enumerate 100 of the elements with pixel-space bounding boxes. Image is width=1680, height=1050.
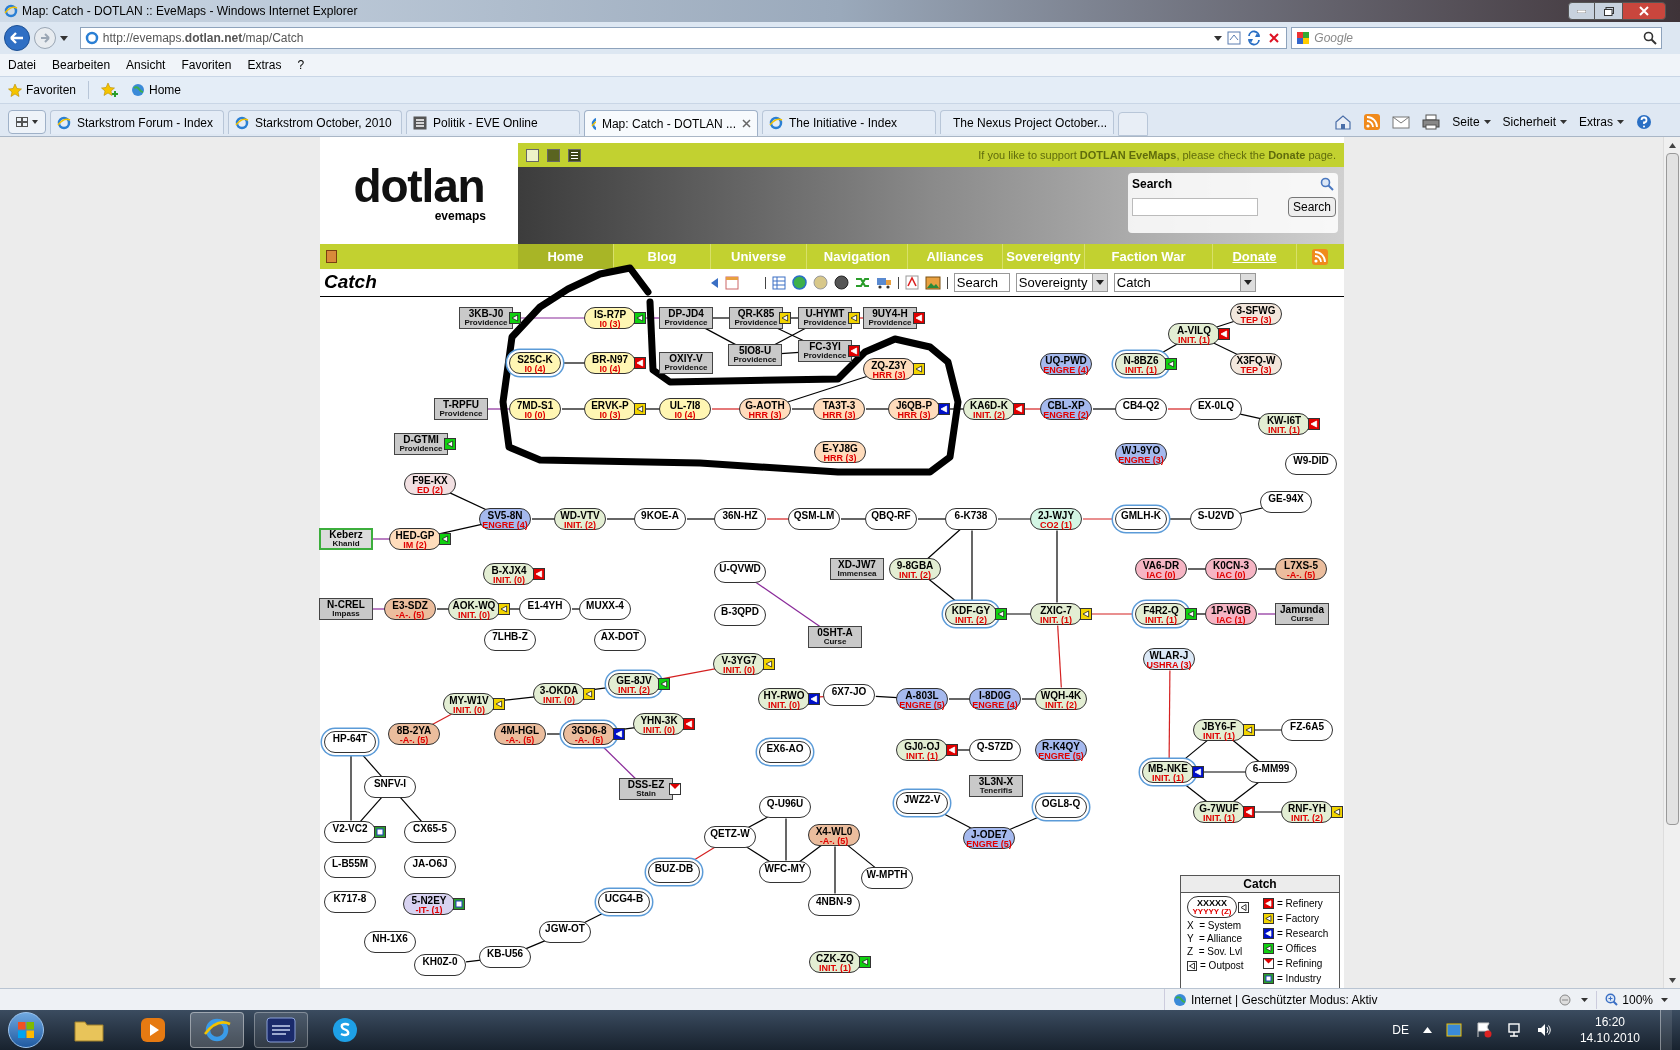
command-menu[interactable]: Extras [1579, 113, 1624, 131]
mail-icon[interactable] [1392, 115, 1411, 129]
region-link[interactable]: DSS-EZ Stain [619, 778, 673, 800]
system-node[interactable]: L7XS-5 -A-. (5) [1275, 558, 1327, 580]
favorite-link[interactable]: Home [131, 81, 182, 99]
system-node[interactable]: GE-94X [1260, 491, 1312, 513]
caret-icon[interactable] [1661, 997, 1668, 1002]
system-node[interactable]: EX6-AO [759, 741, 811, 763]
system-node[interactable]: 2J-WJY CO2 (1) [1030, 508, 1082, 530]
system-node[interactable]: F9E-KX ED (2) [404, 473, 456, 495]
system-node[interactable]: ERVK-P I0 (3) [584, 398, 636, 420]
system-node[interactable]: UQ-PWD ENGRE (4) [1040, 353, 1092, 375]
web-search-input[interactable]: Google [1314, 29, 1639, 47]
region-link[interactable]: FC-3YI Providence [798, 340, 852, 362]
menu-item[interactable]: Datei [8, 56, 36, 74]
region-link[interactable]: 3L3N-X Tenerifis [969, 775, 1023, 797]
system-node[interactable]: WJ-9YO ENGRE (3) [1115, 443, 1167, 465]
region-link[interactable]: Keberz Khanid [319, 528, 373, 550]
search-icon[interactable] [1643, 31, 1657, 45]
system-node[interactable]: QETZ-W [704, 826, 756, 848]
menu-item[interactable]: Ansicht [126, 56, 166, 74]
system-node[interactable]: 6X7-JO [823, 684, 875, 706]
region-link[interactable]: Jamunda Curse [1275, 603, 1329, 625]
system-node[interactable]: N-8BZ6 INIT. (1) [1115, 353, 1167, 375]
web-search-box[interactable]: Google [1291, 27, 1662, 49]
flag-icon[interactable] [1475, 1022, 1492, 1038]
system-node[interactable]: E-YJ8G HRR (3) [814, 441, 866, 463]
system-node[interactable]: X4-WL0 -A-. (5) [808, 824, 860, 846]
system-node[interactable]: RNF-YH INIT. (2) [1281, 801, 1333, 823]
scrollbar-thumb[interactable] [1665, 153, 1679, 825]
address-field[interactable]: http://evemaps.dotlan.net/map/Catch [79, 27, 1288, 49]
home-icon[interactable] [1334, 114, 1353, 130]
system-node[interactable]: U-QVWD [714, 561, 766, 583]
region-link[interactable]: 3KB-J0 Providence [459, 307, 513, 329]
table-icon[interactable] [771, 275, 786, 290]
system-node[interactable]: SV5-8N ENGRE (4) [479, 508, 531, 530]
menu-item[interactable]: Favoriten [181, 56, 232, 74]
search-button[interactable]: Search [1288, 197, 1337, 217]
system-node[interactable]: Q-S7ZD [969, 739, 1021, 761]
system-node[interactable]: EX-0LQ [1190, 398, 1242, 420]
system-node[interactable]: WFC-MY [759, 861, 811, 883]
system-node[interactable]: 4NBN-9 [808, 894, 860, 916]
system-node[interactable]: S25C-K I0 (4) [509, 352, 561, 374]
system-node[interactable]: I-8D0G ENGRE (4) [969, 688, 1021, 710]
system-node[interactable]: 3GD6-8 -A-. (5) [563, 723, 615, 745]
system-node[interactable]: Q-U96U [759, 796, 811, 818]
speaker-icon[interactable] [1535, 1022, 1552, 1038]
command-menu[interactable]: Seite [1452, 113, 1491, 131]
system-node[interactable]: R-K4QY ENGRE (5) [1035, 739, 1087, 761]
system-node[interactable]: JGW-OT [539, 921, 591, 943]
system-node[interactable]: 5-N2EY -IT- (1) [403, 893, 455, 915]
system-node[interactable]: 6-MM99 [1245, 761, 1297, 783]
printer-icon[interactable] [1422, 114, 1441, 130]
help-icon[interactable] [1636, 114, 1652, 130]
system-node[interactable]: L-B55M [324, 856, 376, 878]
globe-icon[interactable] [791, 275, 807, 290]
system-node[interactable]: 3-SFWG TEP (3) [1230, 303, 1282, 325]
system-node[interactable]: TA3T-3 HRR (3) [813, 398, 865, 420]
system-node[interactable]: IS-R7P I0 (3) [584, 307, 636, 329]
system-node[interactable]: QSM-LM [788, 508, 840, 530]
minimize-button[interactable] [1568, 2, 1595, 20]
system-node[interactable]: JWZ2-V [896, 792, 948, 814]
close-button[interactable] [1622, 2, 1666, 20]
system-node[interactable]: MY-W1V INIT. (0) [443, 693, 495, 715]
logo[interactable]: dotlan evemaps [320, 143, 518, 244]
theme-swatch-button[interactable] [547, 148, 560, 162]
system-node[interactable]: W-MPTH [861, 867, 913, 889]
favorites-button[interactable]: Favoriten [8, 81, 77, 99]
network-icon[interactable] [1505, 1022, 1522, 1038]
menu-item[interactable]: Extras [247, 56, 282, 74]
system-node[interactable]: BUZ-DB [648, 861, 700, 883]
system-node[interactable]: E3-SDZ -A-. (5) [384, 598, 436, 620]
browser-tab[interactable]: Politik - EVE Online [406, 110, 580, 134]
system-node[interactable]: VA6-DR IAC (0) [1135, 558, 1187, 580]
system-node[interactable]: X3FQ-W TEP (3) [1230, 353, 1282, 375]
system-node[interactable]: W9-DID [1285, 453, 1337, 475]
system-node[interactable]: KDF-GY INIT. (2) [945, 603, 997, 625]
system-node[interactable]: 7MD-S1 I0 (0) [509, 398, 561, 420]
system-node[interactable]: UCG4-B [598, 891, 650, 913]
system-node[interactable]: J6QB-P HRR (3) [888, 398, 940, 420]
region-link[interactable]: 9UY4-H Providence [863, 307, 917, 329]
browser-tab[interactable]: Starkstrom Forum - Index [50, 110, 224, 134]
system-node[interactable]: NH-1X6 [364, 931, 416, 953]
maximize-button[interactable] [1595, 2, 1622, 20]
browser-tab[interactable]: The Initiative - Index [762, 110, 936, 134]
system-node[interactable]: 1P-WGB IAC (1) [1205, 603, 1257, 625]
region-link[interactable]: 0SHT-A Curse [808, 626, 862, 648]
zoom-control[interactable]: 100% [1605, 990, 1653, 1009]
scrollbar[interactable] [1663, 137, 1680, 988]
tray-app-icon[interactable] [1445, 1022, 1462, 1038]
system-node[interactable]: CZK-ZQ INIT. (1) [809, 951, 861, 973]
system-node[interactable]: YHN-3K INIT. (0) [633, 713, 685, 735]
region-link[interactable]: QR-K85 Providence [729, 307, 783, 329]
system-node[interactable]: HP-64T [324, 731, 376, 753]
system-node[interactable]: V-3YG7 INIT. (0) [713, 653, 765, 675]
system-node[interactable]: B-XJX4 INIT. (0) [483, 563, 535, 585]
system-node[interactable]: MUXX-4 [579, 598, 631, 620]
mode-dropdown[interactable]: Sovereignty [1015, 273, 1108, 292]
system-node[interactable]: A-803L ENGRE (5) [896, 688, 948, 710]
system-node[interactable]: SNFV-I [364, 776, 416, 798]
